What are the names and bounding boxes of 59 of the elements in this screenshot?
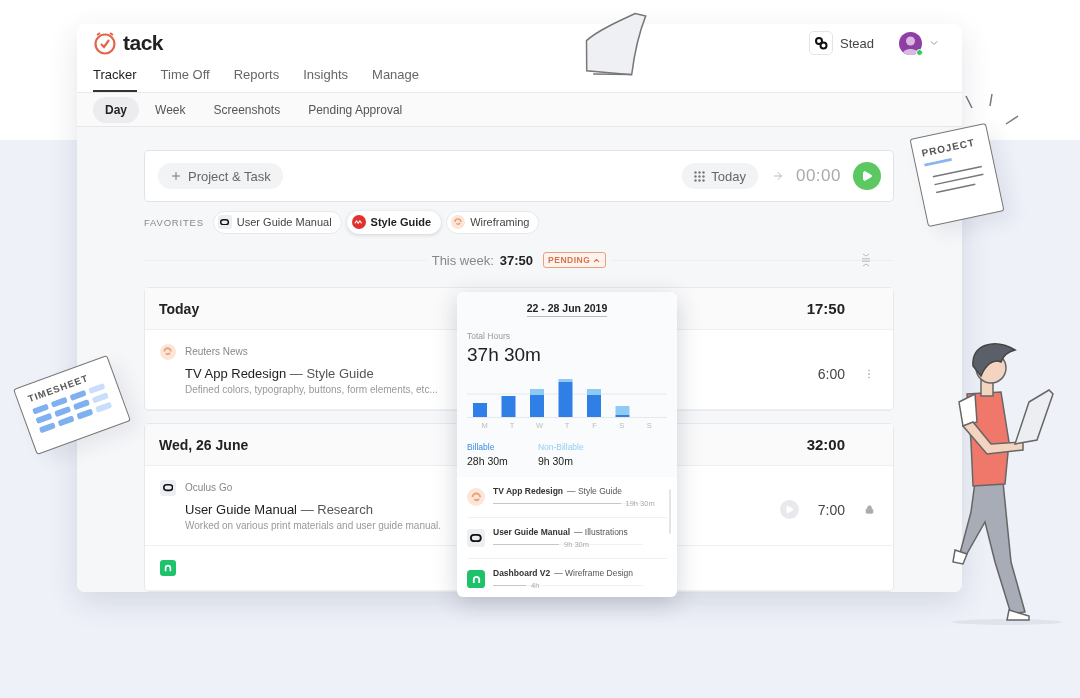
- billable-value: 28h 30m: [467, 455, 508, 467]
- favorite-chip[interactable]: Wireframing: [446, 210, 540, 234]
- nav-tab[interactable]: Time Off: [160, 63, 210, 93]
- collapse-icon[interactable]: [861, 252, 871, 268]
- favorite-chip[interactable]: Style Guide: [346, 210, 442, 234]
- total-label: Total Hours: [467, 331, 511, 341]
- entry-title[interactable]: TV App Redesign — Style Guide: [185, 366, 374, 381]
- brand-icon: [351, 215, 366, 229]
- view-tab[interactable]: Pending Approval: [296, 96, 415, 123]
- view-tab[interactable]: Screenshots: [201, 96, 293, 123]
- favorite-chip[interactable]: User Guide Manual: [212, 210, 342, 234]
- headset-icon: [467, 529, 485, 547]
- project-name: Dashboard V2 — Wireframe Design: [493, 568, 635, 578]
- total-hours: 37h 30m: [467, 344, 542, 366]
- project-name: User Guide Manual — Illustrations: [493, 527, 629, 537]
- view-tab[interactable]: Day: [93, 96, 139, 123]
- link-icon[interactable]: [809, 31, 833, 56]
- nav-tab[interactable]: Insights: [303, 63, 349, 93]
- date-button[interactable]: Today: [682, 163, 758, 189]
- swirl-icon: [467, 488, 485, 506]
- workspace-name[interactable]: Stead: [840, 36, 874, 51]
- day-total: 32:00: [806, 436, 845, 453]
- start-button[interactable]: [853, 162, 881, 190]
- swirl-icon: [451, 215, 466, 229]
- timer-time: 00:00: [795, 166, 841, 186]
- grid-dots-icon: [694, 170, 706, 182]
- avatar[interactable]: [899, 32, 922, 55]
- day-title: Wed, 26 June: [159, 436, 249, 453]
- project-name: TV App Redesign — Style Guide: [493, 486, 623, 496]
- entry-description: Defined colors, typography, buttons, form elements, etc...: [185, 384, 438, 395]
- date-range[interactable]: 22 - 28 Jun 2019: [526, 302, 608, 317]
- week-label: This week:: [431, 252, 494, 268]
- dashboard-icon: [467, 570, 485, 588]
- plus-icon: [170, 170, 182, 182]
- entry-description: Worked on various print materials and user guide manual.: [185, 520, 442, 531]
- entry-duration: 7:00: [817, 501, 845, 518]
- clock-logo-icon: [93, 31, 117, 56]
- headset-icon: [217, 215, 232, 229]
- billable-label: Billable: [467, 442, 496, 452]
- entry-duration: 6:00: [817, 365, 845, 382]
- dashboard-icon: [160, 560, 176, 576]
- swirl-icon: [160, 344, 176, 360]
- entry-title[interactable]: User Guide Manual — Research: [185, 502, 373, 517]
- arrow-right-icon: [771, 170, 784, 182]
- client-name: Reuters News: [185, 346, 248, 357]
- day-title: Today: [159, 300, 200, 317]
- play-icon: [861, 170, 873, 182]
- headset-icon: [160, 480, 176, 496]
- view-tab[interactable]: Week: [143, 96, 198, 123]
- week-total: 37:50: [499, 252, 534, 268]
- day-total: 17:50: [806, 300, 845, 317]
- project-task-button[interactable]: Project & Task: [158, 163, 283, 189]
- nav-tab[interactable]: Reports: [233, 63, 280, 93]
- non-billable-label: Non-Billable: [537, 442, 584, 452]
- nav-tab[interactable]: Manage: [372, 63, 420, 93]
- non-billable-value: 9h 30m: [537, 455, 574, 467]
- favorites-label: FAVORITES: [144, 216, 204, 228]
- client-name: Oculus Go: [185, 482, 233, 493]
- logo-text: tack: [123, 31, 164, 56]
